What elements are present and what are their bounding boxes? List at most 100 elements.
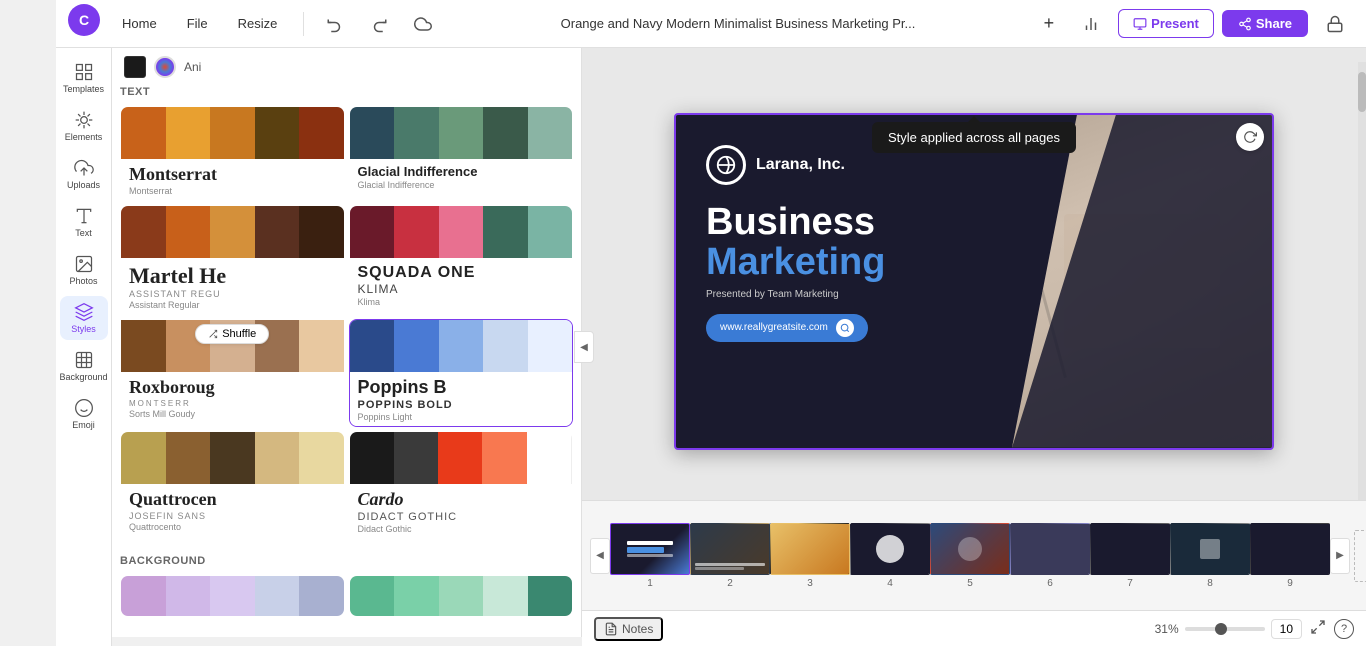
- thumb-img-4[interactable]: [850, 523, 930, 575]
- elements-icon: [74, 110, 94, 130]
- font-name-sub: Quattrocento: [129, 522, 336, 532]
- bg-style-card-2[interactable]: [349, 575, 574, 617]
- thumb-img-3[interactable]: [770, 523, 850, 575]
- canvas-wrapper[interactable]: Style applied across all pages: [582, 62, 1366, 500]
- present-icon: [1133, 17, 1147, 31]
- thumbnail-7[interactable]: 7: [1090, 523, 1170, 589]
- quattrocento-style-card[interactable]: Quattrocen JOSEFIN SANS Quattrocento: [120, 431, 345, 539]
- zoom-area: 31% 10 ?: [1155, 617, 1354, 640]
- fullscreen-button[interactable]: [1308, 617, 1328, 640]
- slide-url-text: www.reallygreatsite.com: [720, 322, 828, 333]
- quattrocento-fonts: Quattrocen JOSEFIN SANS Quattrocento: [121, 484, 344, 536]
- search-icon: [840, 323, 850, 333]
- thumb-img-5[interactable]: [930, 523, 1010, 575]
- scrollbar-thumb[interactable]: [1358, 72, 1366, 112]
- zoom-slider[interactable]: [1185, 627, 1265, 631]
- font-name-secondary: Klima: [358, 282, 565, 296]
- redo-icon: [370, 15, 388, 33]
- thumbnail-8[interactable]: 8: [1170, 523, 1250, 589]
- auto-label: Ani: [184, 60, 201, 74]
- thumb-num-2: 2: [727, 578, 733, 589]
- help-button[interactable]: ?: [1334, 619, 1354, 639]
- nav-resize[interactable]: Resize: [224, 10, 292, 37]
- stats-button[interactable]: [1072, 9, 1110, 39]
- slide-content-left: Larana, Inc. Business Marketing Presente…: [676, 115, 1046, 448]
- present-button[interactable]: Present: [1118, 9, 1214, 38]
- thumb-img-2[interactable]: [690, 523, 770, 575]
- thumbnail-6[interactable]: 6: [1010, 523, 1090, 589]
- black-color-swatch[interactable]: [124, 56, 146, 78]
- thumb-img-7[interactable]: [1090, 523, 1170, 575]
- slide-logo: [706, 145, 746, 185]
- sidebar-templates-label: Templates: [63, 84, 104, 94]
- thumbnail-9[interactable]: 9: [1250, 523, 1330, 589]
- add-page-button[interactable]: +: [1354, 530, 1366, 582]
- photos-icon: [74, 254, 94, 274]
- squada-swatches: [350, 206, 573, 258]
- redo-button[interactable]: [360, 9, 398, 39]
- montserrat-fonts: Montserrat Montserrat: [121, 159, 344, 200]
- sidebar-item-uploads[interactable]: Uploads: [60, 152, 108, 196]
- vertical-scrollbar[interactable]: [1358, 62, 1366, 500]
- refresh-button[interactable]: [1236, 123, 1264, 151]
- martel-style-card[interactable]: Martel He ASSISTANT REGU Assistant Regul…: [120, 205, 345, 315]
- font-name-secondary: Didact Gothic: [358, 511, 565, 523]
- sidebar-item-emoji[interactable]: Emoji: [60, 392, 108, 436]
- nav-home[interactable]: Home: [108, 10, 171, 37]
- poppins-style-card[interactable]: Poppins B Poppins Bold Poppins Light: [349, 319, 574, 427]
- sidebar-item-background[interactable]: Background: [60, 344, 108, 388]
- thumb-img-6[interactable]: [1010, 523, 1090, 575]
- montserrat-swatches: [121, 107, 344, 159]
- slide-canvas[interactable]: Larana, Inc. Business Marketing Presente…: [674, 113, 1274, 450]
- font-name-sub: Klima: [358, 297, 565, 307]
- swatch: [299, 107, 344, 159]
- swatch: [439, 206, 484, 258]
- undo-button[interactable]: [316, 9, 354, 39]
- save-cloud-button[interactable]: [404, 9, 442, 39]
- squada-style-card[interactable]: SQUADA ONE Klima Klima: [349, 205, 574, 315]
- font-name-display: Poppins B: [358, 378, 565, 398]
- cardo-style-card[interactable]: Cardo Didact Gothic Didact Gothic: [349, 431, 574, 539]
- notes-icon: [604, 622, 618, 636]
- hide-panel-button[interactable]: ◀: [574, 331, 594, 363]
- sidebar-item-styles[interactable]: Styles: [60, 296, 108, 340]
- font-name-sub: Didact Gothic: [358, 524, 565, 534]
- slide-url-bar: www.reallygreatsite.com: [706, 314, 868, 342]
- thumb-img-9[interactable]: [1250, 523, 1330, 575]
- thumb-img-8[interactable]: [1170, 523, 1250, 575]
- martel-swatches: [121, 206, 344, 258]
- notes-button[interactable]: Notes: [594, 617, 663, 641]
- sidebar-item-text[interactable]: Text: [60, 200, 108, 244]
- thumb-img-1[interactable]: [610, 523, 690, 575]
- thumbnail-5[interactable]: 5: [930, 523, 1010, 589]
- sidebar-item-templates[interactable]: Templates: [60, 56, 108, 100]
- color-wheel-swatch[interactable]: [154, 56, 176, 78]
- sidebar-item-photos[interactable]: Photos: [60, 248, 108, 292]
- page-count-button[interactable]: 10: [1271, 619, 1302, 639]
- styles-icon: [74, 302, 94, 322]
- thumb-scroll-left[interactable]: ◀: [590, 538, 610, 574]
- thumbnail-1[interactable]: 1: [610, 523, 690, 589]
- sidebar-emoji-label: Emoji: [72, 420, 95, 430]
- thumbnail-4[interactable]: 4: [850, 523, 930, 589]
- glacial-style-card[interactable]: Glacial Indifference Glacial Indifferenc…: [349, 106, 574, 201]
- sidebar-item-elements[interactable]: Elements: [60, 104, 108, 148]
- zoom-thumb[interactable]: [1215, 623, 1227, 635]
- poppins-fonts: Poppins B Poppins Bold Poppins Light: [350, 372, 573, 426]
- shuffle-button[interactable]: Shuffle: [195, 324, 269, 344]
- nav-file[interactable]: File: [173, 10, 222, 37]
- montserrat-style-card[interactable]: Montserrat Montserrat: [120, 106, 345, 201]
- thumbnail-3[interactable]: 3: [770, 523, 850, 589]
- thumb-scroll-right[interactable]: ▶: [1330, 538, 1350, 574]
- roxborough-style-card[interactable]: Roxboroug MONTSERR Sorts Mill Goudy Shuf…: [120, 319, 345, 427]
- bg-style-card-1[interactable]: [120, 575, 345, 617]
- share-button[interactable]: Share: [1222, 10, 1308, 37]
- swatch: [121, 107, 166, 159]
- settings-button[interactable]: [1316, 9, 1354, 39]
- background-section-label: Background: [112, 551, 581, 571]
- slide-url-icon: [836, 319, 854, 337]
- swatch: [439, 576, 484, 616]
- add-button[interactable]: +: [1034, 7, 1065, 40]
- swatch: [166, 206, 211, 258]
- thumbnail-2[interactable]: 2: [690, 523, 770, 589]
